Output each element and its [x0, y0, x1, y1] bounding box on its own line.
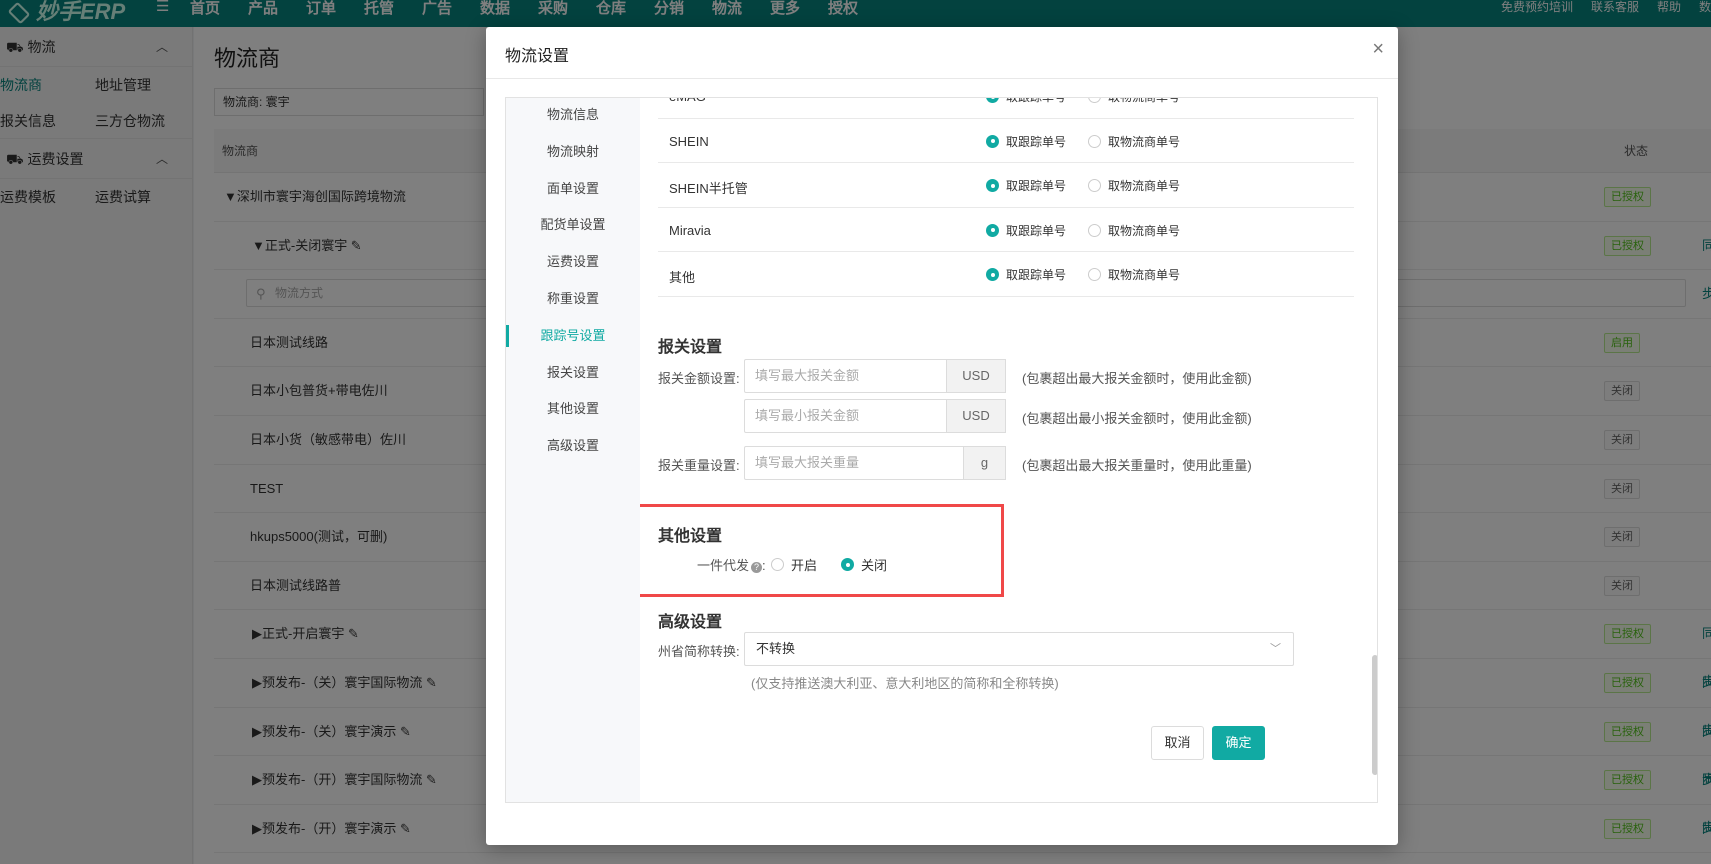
- dropship-label-text: 一件代发: [697, 558, 750, 573]
- max-amount-hint: (包裹超出最大报关金额时，使用此金额): [1022, 371, 1252, 386]
- provider-number-label: 取物流商单号: [1108, 223, 1181, 238]
- min-amount-input[interactable]: 填写最小报关金额 USD: [744, 399, 1006, 433]
- settings-content: eMAG取跟踪单号取物流商单号SHEIN取跟踪单号取物流商单号SHEIN半托管取…: [640, 98, 1377, 802]
- provider-number-radio[interactable]: 取物流商单号: [1088, 98, 1180, 105]
- tracking-row: SHEIN 取跟踪单号 取物流商单号: [658, 119, 1354, 163]
- tracking-number-radio[interactable]: 取跟踪单号: [986, 266, 1066, 283]
- min-amount-currency: USD: [946, 399, 1006, 433]
- state-abbrev-label: 州省简称转换:: [658, 644, 740, 659]
- platform-name: SHEIN: [669, 133, 709, 149]
- radio-icon: [1088, 98, 1101, 103]
- platform-name: SHEIN半托管: [669, 181, 748, 196]
- provider-number-radio[interactable]: 取物流商单号: [1088, 266, 1180, 283]
- platform-name: Miravia: [669, 222, 711, 238]
- min-amount-hint: (包裹超出最小报关金额时，使用此金额): [1022, 411, 1252, 426]
- dropship-label: 一件代发?:: [697, 555, 766, 574]
- tracking-number-radio[interactable]: 取跟踪单号: [986, 98, 1066, 105]
- menu-item-5[interactable]: 称重设置: [506, 287, 640, 311]
- modal-title: 物流设置: [505, 48, 570, 65]
- radio-checked-icon: [986, 134, 999, 148]
- provider-number-radio[interactable]: 取物流商单号: [1088, 177, 1180, 194]
- radio-checked-icon: [986, 268, 999, 281]
- state-abbrev-select[interactable]: 不转换 ﹀: [744, 632, 1294, 666]
- highlight-box: [640, 504, 1004, 597]
- provider-number-label: 取物流商单号: [1108, 98, 1180, 105]
- menu-item-1[interactable]: 物流映射: [506, 140, 640, 164]
- dropship-colon: :: [762, 558, 766, 573]
- tracking-number-label: 取跟踪单号: [1006, 268, 1067, 282]
- modal-header: 物流设置 ×: [486, 27, 1398, 79]
- logistics-settings-modal: 物流设置 × 物流信息物流映射面单设置配货单设置运费设置称重设置跟踪号设置报关设…: [486, 27, 1398, 845]
- radio-checked-icon: [986, 98, 999, 103]
- tracking-number-label: 取跟踪单号: [1006, 134, 1067, 149]
- state-abbrev-hint: (仅支持推送澳大利亚、意大利地区的简称和全称转换): [751, 676, 1059, 691]
- scrollbar[interactable]: [1372, 655, 1377, 775]
- radio-icon: [1088, 223, 1101, 237]
- platform-name: 其他: [669, 270, 696, 285]
- customs-amount-label: 报关金额设置:: [658, 371, 740, 386]
- dropship-on-label: 开启: [791, 558, 818, 573]
- radio-checked-icon: [986, 179, 999, 192]
- provider-number-radio[interactable]: 取物流商单号: [1088, 133, 1180, 150]
- menu-item-2[interactable]: 面单设置: [506, 177, 640, 201]
- provider-number-label: 取物流商单号: [1108, 134, 1181, 149]
- tracking-number-label: 取跟踪单号: [1006, 98, 1066, 105]
- menu-item-8[interactable]: 其他设置: [506, 397, 640, 421]
- provider-number-radio[interactable]: 取物流商单号: [1088, 222, 1180, 239]
- tracking-number-radio[interactable]: 取跟踪单号: [986, 222, 1066, 239]
- tracking-number-radio[interactable]: 取跟踪单号: [986, 133, 1066, 150]
- tracking-number-label: 取跟踪单号: [1006, 223, 1067, 238]
- radio-icon: [771, 558, 784, 571]
- tracking-number-radio[interactable]: 取跟踪单号: [986, 177, 1066, 194]
- radio-checked-icon: [986, 223, 999, 237]
- customs-weight-label: 报关重量设置:: [658, 458, 740, 473]
- settings-menu: 物流信息物流映射面单设置配货单设置运费设置称重设置跟踪号设置报关设置其他设置高级…: [506, 98, 640, 802]
- menu-item-4[interactable]: 运费设置: [506, 250, 640, 274]
- menu-item-3[interactable]: 配货单设置: [506, 213, 640, 237]
- dropship-off-radio[interactable]: 关闭: [841, 555, 887, 574]
- max-weight-input[interactable]: 填写最大报关重量 g: [744, 446, 1006, 480]
- close-icon[interactable]: ×: [1372, 37, 1384, 61]
- platform-name: eMAG: [669, 98, 706, 104]
- max-weight-hint: (包裹超出最大报关重量时，使用此重量): [1022, 458, 1252, 473]
- max-amount-currency: USD: [946, 359, 1006, 393]
- customs-section-title: 报关设置: [658, 339, 723, 356]
- menu-item-9[interactable]: 高级设置: [506, 434, 640, 458]
- radio-checked-icon: [841, 558, 854, 571]
- cancel-button[interactable]: 取消: [1151, 726, 1204, 760]
- dropship-on-radio[interactable]: 开启: [771, 555, 817, 574]
- radio-icon: [1088, 268, 1101, 281]
- advanced-section-title: 高级设置: [658, 614, 723, 631]
- radio-icon: [1088, 134, 1101, 148]
- chevron-down-icon: ﹀: [1270, 643, 1281, 655]
- max-weight-unit: g: [963, 446, 1006, 480]
- menu-item-7[interactable]: 报关设置: [506, 361, 640, 385]
- modal-body: 物流信息 物流映射 面单设置 配货单设置 运费设置 称重设置 跟踪号设置 报关设置 其他设置 高级…: [505, 97, 1378, 803]
- dropship-off-label: 关闭: [861, 558, 888, 573]
- max-amount-input[interactable]: 填写最大报关金额 USD: [744, 359, 1006, 393]
- confirm-button[interactable]: 确定: [1212, 726, 1265, 760]
- menu-item-0[interactable]: 物流信息: [506, 103, 640, 127]
- tracking-row: 其他 取跟踪单号 取物流商单号: [658, 252, 1354, 297]
- provider-number-label: 取物流商单号: [1108, 179, 1181, 193]
- state-abbrev-value: 不转换: [756, 641, 796, 656]
- tracking-row: SHEIN半托管 取跟踪单号 取物流商单号: [658, 163, 1354, 208]
- tracking-row: eMAG 取跟踪单号 取物流商单号: [658, 98, 1354, 119]
- other-section-title: 其他设置: [658, 528, 723, 545]
- radio-icon: [1088, 179, 1101, 192]
- provider-number-label: 取物流商单号: [1108, 268, 1181, 282]
- menu-item-6[interactable]: 跟踪号设置: [506, 324, 640, 348]
- tracking-number-label: 取跟踪单号: [1006, 179, 1067, 193]
- tracking-row: Miravia 取跟踪单号 取物流商单号: [658, 208, 1354, 252]
- other-settings-section: 其他设置 一件代发?: 开启 关闭: [640, 504, 1377, 612]
- help-icon[interactable]: ?: [751, 562, 763, 573]
